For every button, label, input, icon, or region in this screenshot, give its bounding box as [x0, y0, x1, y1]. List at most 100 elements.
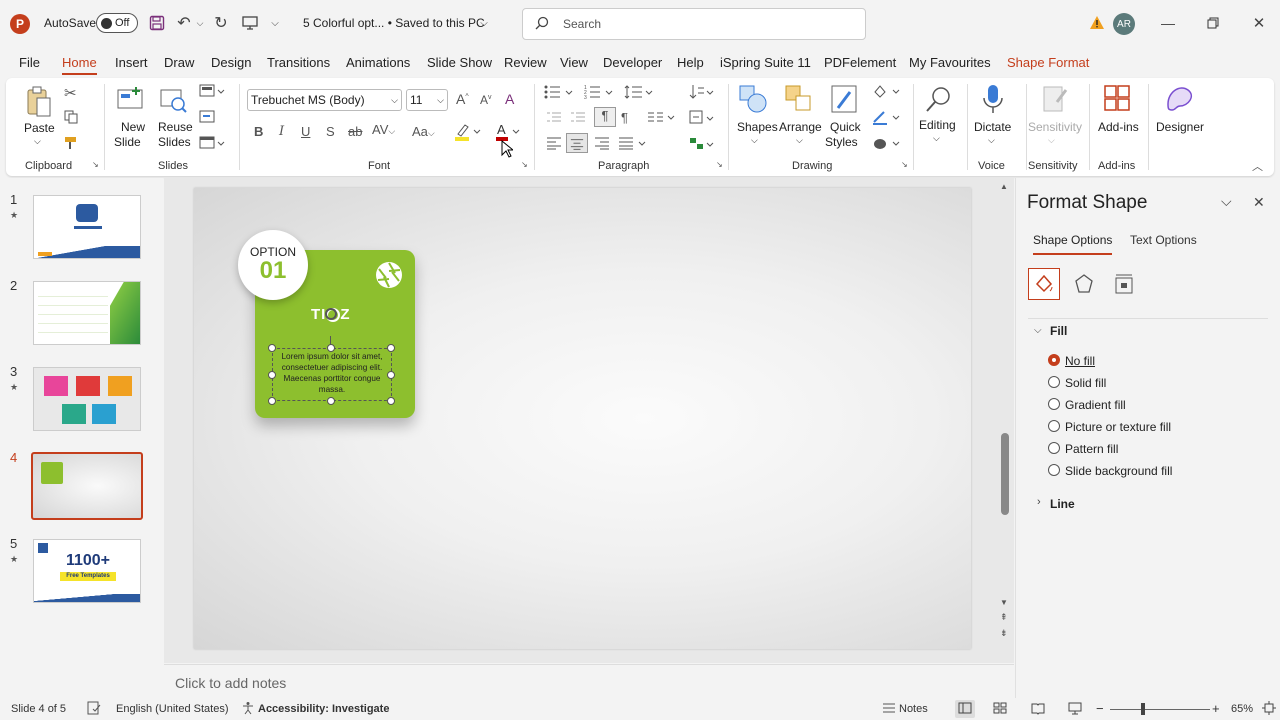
previous-slide-icon[interactable]: ⇞: [1000, 612, 1008, 623]
resize-handle[interactable]: [268, 371, 276, 379]
decrease-indent-icon[interactable]: [546, 110, 562, 127]
effects-icon[interactable]: [1073, 273, 1095, 298]
line-expand-icon[interactable]: ›: [1037, 496, 1041, 508]
notes-toggle-label[interactable]: Notes: [899, 703, 928, 715]
resize-handle[interactable]: [327, 397, 335, 405]
option-badge[interactable]: OPTION 01: [238, 230, 308, 300]
fill-option-label[interactable]: Solid fill: [1065, 376, 1106, 390]
reuse-slides-label-2[interactable]: Slides: [158, 135, 191, 149]
slide-canvas[interactable]: OPTION 01 TI Z Lorem ipsum dolor sit amet…: [194, 188, 971, 649]
numbering-icon[interactable]: 123: [584, 84, 614, 103]
paste-label[interactable]: Paste: [24, 121, 55, 135]
editing-dropdown-icon[interactable]: ⌵: [933, 133, 940, 144]
resize-handle[interactable]: [387, 371, 395, 379]
arrange-icon[interactable]: [784, 84, 814, 117]
zoom-in-icon[interactable]: +: [1212, 701, 1220, 716]
pane-options-chevron-icon[interactable]: ⌵: [1221, 193, 1232, 210]
radio-picture-fill[interactable]: [1048, 420, 1060, 432]
increase-indent-icon[interactable]: [570, 110, 586, 127]
close-window-icon[interactable]: ✕: [1249, 12, 1269, 34]
text-box-selected[interactable]: Lorem ipsum dolor sit amet, consectetuer…: [272, 348, 392, 401]
reset-icon[interactable]: [199, 110, 215, 127]
autosave-toggle[interactable]: Off: [96, 13, 138, 33]
warning-icon[interactable]: [1088, 14, 1106, 32]
fill-line-icon[interactable]: [1028, 268, 1060, 300]
tab-draw[interactable]: Draw: [164, 55, 194, 70]
notes-toggle-icon[interactable]: [882, 701, 896, 718]
justify-icon[interactable]: [618, 136, 648, 153]
cut-icon[interactable]: ✂: [64, 84, 77, 102]
document-title[interactable]: 5 Colorful opt... • Saved to this PC: [303, 16, 485, 30]
bold-icon[interactable]: B: [254, 124, 263, 139]
save-icon[interactable]: [148, 14, 166, 32]
tab-shape-options[interactable]: Shape Options: [1033, 233, 1113, 255]
tab-insert[interactable]: Insert: [115, 55, 148, 70]
language-indicator[interactable]: English (United States): [116, 703, 229, 715]
rotate-handle-icon[interactable]: [325, 308, 337, 320]
align-center-icon[interactable]: [566, 133, 588, 153]
user-avatar[interactable]: AR: [1113, 13, 1135, 35]
zoom-slider-thumb[interactable]: [1141, 703, 1145, 715]
title-chevron-down-icon[interactable]: ⌵: [478, 14, 490, 32]
arrange-label[interactable]: Arrange: [779, 120, 822, 134]
align-left-icon[interactable]: [546, 136, 562, 153]
line-heading[interactable]: Line: [1050, 497, 1075, 511]
font-family-select[interactable]: Trebuchet MS (Body) ⌵: [247, 89, 402, 111]
tab-my-favourites[interactable]: My Favourites: [909, 55, 991, 70]
slide-thumbnail-3[interactable]: [33, 367, 141, 431]
normal-view-icon[interactable]: [955, 700, 975, 718]
scroll-up-icon[interactable]: ▲: [1000, 182, 1008, 191]
collapse-ribbon-icon[interactable]: ︿: [1252, 158, 1263, 174]
scroll-down-icon[interactable]: ▼: [1000, 598, 1008, 607]
tab-developer[interactable]: Developer: [603, 55, 662, 70]
present-icon[interactable]: [240, 13, 260, 33]
fit-to-window-icon[interactable]: [1262, 701, 1276, 718]
bullets-icon[interactable]: [544, 84, 574, 103]
tab-help[interactable]: Help: [677, 55, 704, 70]
italic-icon[interactable]: I: [279, 124, 284, 139]
ltr-text-icon[interactable]: ¶: [594, 107, 616, 127]
section-icon[interactable]: [199, 136, 225, 153]
align-right-icon[interactable]: [594, 136, 610, 153]
fill-option-label[interactable]: Gradient fill: [1065, 398, 1126, 412]
size-properties-icon[interactable]: [1113, 273, 1135, 298]
notes-pane[interactable]: Click to add notes: [164, 664, 1014, 698]
minimize-icon[interactable]: —: [1158, 12, 1178, 34]
change-case-icon[interactable]: Aa⌵: [412, 124, 435, 139]
shapes-icon[interactable]: [738, 84, 768, 117]
radio-gradient-fill[interactable]: [1048, 398, 1060, 410]
paste-icon[interactable]: [26, 86, 52, 121]
resize-handle[interactable]: [268, 397, 276, 405]
radio-solid-fill[interactable]: [1048, 376, 1060, 388]
accessibility-icon[interactable]: [241, 701, 255, 718]
clear-formatting-icon[interactable]: A: [505, 91, 514, 107]
format-painter-icon[interactable]: [64, 136, 80, 153]
tab-ispring[interactable]: iSpring Suite 11: [720, 55, 811, 70]
accessibility-status[interactable]: Accessibility: Investigate: [258, 703, 389, 715]
resize-handle[interactable]: [327, 344, 335, 352]
resize-handle[interactable]: [268, 344, 276, 352]
slide-thumbnail-2[interactable]: [33, 281, 141, 345]
microphone-icon[interactable]: [982, 84, 1004, 119]
fill-heading[interactable]: Fill: [1050, 324, 1067, 338]
zoom-out-icon[interactable]: −: [1096, 701, 1104, 716]
customize-toolbar-icon[interactable]: ⌵: [268, 14, 282, 32]
slide-thumbnail-4[interactable]: [31, 452, 143, 520]
fill-option-label[interactable]: Pattern fill: [1065, 442, 1118, 456]
tab-view[interactable]: View: [560, 55, 588, 70]
copy-icon[interactable]: [64, 110, 78, 127]
vertical-scrollbar-thumb[interactable]: [1001, 433, 1009, 515]
undo-icon[interactable]: ↶: [174, 13, 194, 33]
drawing-launcher-icon[interactable]: ↘: [901, 160, 908, 169]
line-spacing-icon[interactable]: [624, 84, 654, 103]
new-slide-icon[interactable]: [116, 86, 144, 117]
paste-dropdown-icon[interactable]: ⌵: [34, 136, 41, 147]
tab-file[interactable]: File: [19, 55, 40, 70]
paragraph-launcher-icon[interactable]: ↘: [716, 160, 723, 169]
columns-icon[interactable]: [647, 110, 677, 127]
radio-slide-background-fill[interactable]: [1048, 464, 1060, 476]
tab-pdfelement[interactable]: PDFelement: [824, 55, 896, 70]
shapes-dropdown-icon[interactable]: ⌵: [751, 135, 758, 146]
resize-handle[interactable]: [387, 397, 395, 405]
rtl-text-icon[interactable]: ¶: [621, 110, 628, 125]
